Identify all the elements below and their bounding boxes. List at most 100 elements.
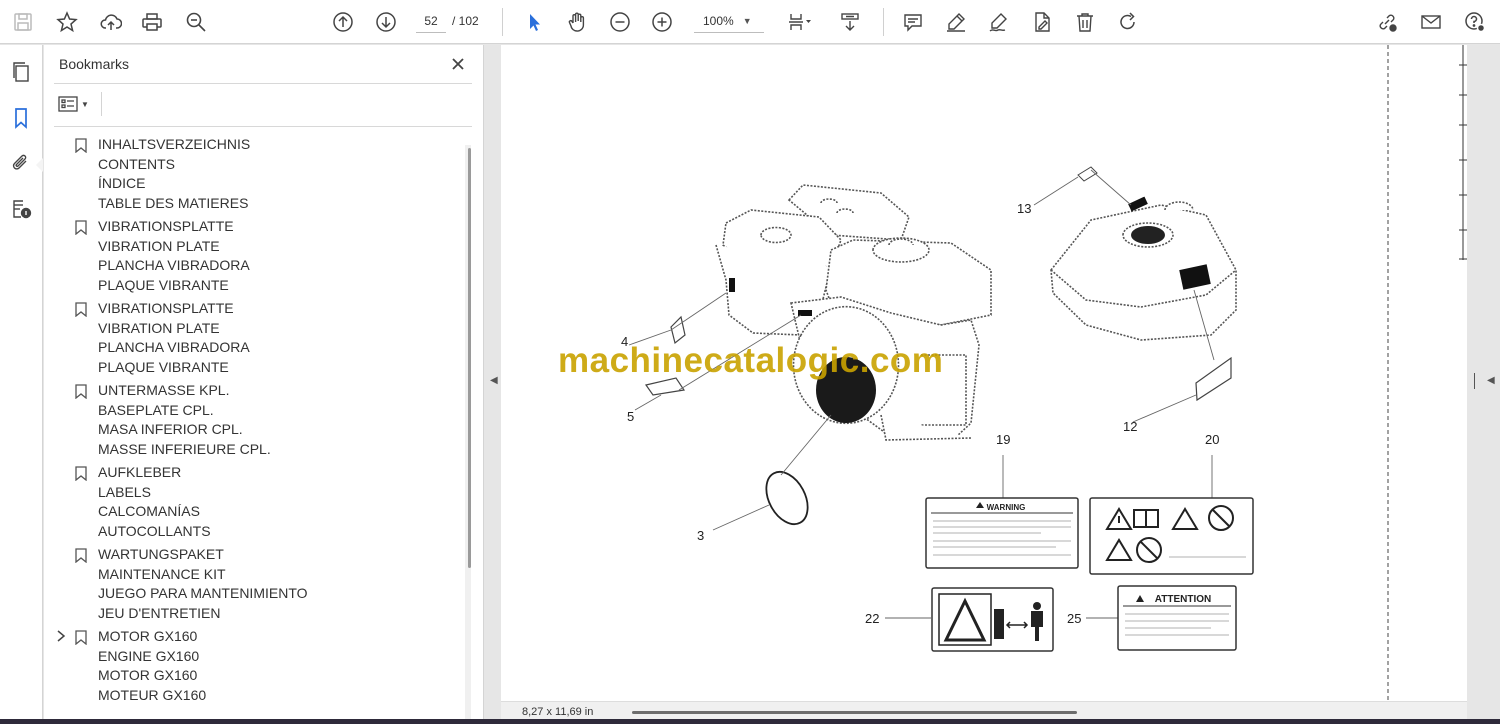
bookmark-options-button[interactable]: ▼ [58, 93, 94, 115]
bookmark-panel-icon[interactable] [6, 103, 36, 133]
bookmark-label: PLANCHA VIBRADORA [98, 257, 250, 273]
zoom-out-button[interactable] [605, 7, 635, 37]
bookmark-label: VIBRATION PLATE [98, 237, 220, 254]
bookmark-icon [75, 220, 87, 235]
bookmark-label: VIBRATION PLATE [98, 319, 220, 336]
bookmark-label: MOTOR GX160 [98, 628, 198, 644]
rotate-icon[interactable] [1113, 7, 1143, 37]
list-options-icon [58, 96, 78, 112]
label-25-attention: ATTENTION [1117, 585, 1237, 651]
callout-number: 3 [697, 528, 705, 543]
toolbar-divider [883, 8, 884, 36]
zoom-level-select[interactable]: 100% ▼ [694, 9, 764, 33]
panel-divider [101, 92, 102, 116]
bookmark-item[interactable]: WARTUNGSPAKET MAINTENANCE KIT JUEGO PARA M… [54, 545, 462, 623]
bookmark-item[interactable]: VIBRATIONSPLATTE VIBRATION PLATE PLANCHA V… [54, 217, 462, 295]
callout-number: 25 [1067, 611, 1082, 626]
callout-number: 5 [627, 409, 635, 424]
account-help-icon[interactable] [1460, 7, 1490, 37]
bookmark-label: INHALTSVERZEICHNIS [98, 136, 251, 152]
toolbar-divider [502, 8, 503, 36]
page-thumbnails-icon[interactable] [6, 57, 36, 87]
zoom-in-button[interactable] [647, 7, 677, 37]
callout-number: 20 [1205, 432, 1220, 447]
bookmark-label: MASA INFERIOR CPL. [98, 421, 243, 437]
bookmark-label: CALCOMANÍAS [98, 503, 200, 519]
label-22-pictogram [931, 587, 1054, 652]
chevron-down-icon: ▼ [81, 99, 89, 109]
navigation-rail [0, 45, 43, 724]
bookmark-label: MASSE INFERIEURE CPL. [98, 440, 271, 457]
next-page-button[interactable] [371, 7, 401, 37]
bookmark-label: MAINTENANCE KIT [98, 565, 226, 582]
edit-pdf-icon[interactable] [1027, 7, 1057, 37]
bookmark-label: AUTOCOLLANTS [98, 522, 211, 539]
bookmark-item[interactable]: AUFKLEBER LABELS CALCOMANÍAS AUTOCOLLANTS [54, 463, 462, 541]
bookmark-icon [75, 302, 87, 317]
bookmark-item[interactable]: MOTOR GX160 ENGINE GX160 MOTOR GX160 MOTEUR… [54, 627, 462, 705]
page-size-label: 8,27 x 11,69 in [522, 706, 594, 718]
email-icon[interactable] [1416, 7, 1446, 37]
bookmark-label: VIBRATIONSPLATTE [98, 218, 234, 234]
bookmark-item[interactable]: VIBRATIONSPLATTE VIBRATION PLATE PLANCHA V… [54, 299, 462, 377]
label-20-pictograms [1089, 497, 1254, 575]
star-icon[interactable] [52, 7, 82, 37]
bookmark-label: MOTOR GX160 [98, 667, 198, 683]
bookmark-item[interactable]: UNTERMASSE KPL. BASEPLATE CPL. MASA INFERI… [54, 381, 462, 459]
scroll-mode-icon[interactable] [835, 7, 865, 37]
select-cursor-icon[interactable] [519, 7, 549, 37]
callout-number: 19 [996, 432, 1011, 447]
sticker-12 [1195, 356, 1232, 402]
panel-title: Bookmarks [59, 56, 130, 72]
panel-divider [54, 126, 472, 127]
attention-label-text: ATTENTION [1155, 594, 1211, 605]
save-icon[interactable] [8, 7, 38, 37]
right-panel-toggle[interactable]: ◀ [1467, 45, 1500, 724]
chevron-right-icon[interactable] [55, 629, 67, 643]
draw-signature-icon[interactable] [984, 7, 1014, 37]
sticker-4 [670, 315, 686, 345]
hand-tool-icon[interactable] [562, 7, 592, 37]
bookmark-icon [75, 384, 87, 399]
label-19-warning: WARNING [925, 497, 1079, 569]
comment-icon[interactable] [898, 7, 928, 37]
panel-splitter[interactable]: ◀ [485, 45, 501, 724]
bookmark-label: PLAQUE VIBRANTE [98, 358, 229, 375]
highlight-pen-icon[interactable] [941, 7, 971, 37]
document-page[interactable]: WARNING ATTENTION 4 5 3 13 12 19 20 22 2… [501, 45, 1467, 701]
fuel-cap [1131, 226, 1165, 244]
bookmark-scrollbar-thumb[interactable] [468, 148, 471, 568]
bookmark-item[interactable]: INHALTSVERZEICHNIS CONTENTS ÍNDICE TABLE DE… [54, 135, 462, 213]
panel-divider [54, 83, 472, 84]
engine-label-mark [729, 278, 735, 292]
expand-right-panel-icon[interactable]: ◀ [1487, 375, 1495, 386]
bookmark-label: CONTENTS [98, 155, 175, 172]
attachment-paperclip-icon[interactable] [6, 148, 36, 178]
chevron-down-icon: ▼ [742, 15, 752, 26]
document-info-icon[interactable] [6, 194, 36, 224]
share-link-icon[interactable] [1372, 7, 1402, 37]
cloud-upload-icon[interactable] [96, 7, 126, 37]
callout-number: 12 [1123, 419, 1138, 434]
bookmark-label: BASEPLATE CPL. [98, 401, 214, 418]
watermark-text: machinecatalogic.com [558, 341, 944, 380]
callout-number: 22 [865, 611, 880, 626]
previous-page-button[interactable] [328, 7, 358, 37]
o-ring-3 [765, 470, 809, 526]
zoom-search-icon[interactable] [181, 7, 211, 37]
warning-label-text: WARNING [987, 503, 1026, 512]
print-icon[interactable] [137, 7, 167, 37]
collapse-panel-icon[interactable]: ◀ [490, 375, 498, 386]
bookmark-label: PLANCHA VIBRADORA [98, 339, 250, 355]
bookmark-list: INHALTSVERZEICHNIS CONTENTS ÍNDICE TABLE DE… [54, 135, 462, 724]
page-display-button[interactable] [782, 7, 818, 37]
delete-trash-icon[interactable] [1070, 7, 1100, 37]
horizontal-scrollbar-thumb[interactable] [632, 711, 1077, 714]
bookmark-label: ENGINE GX160 [98, 647, 200, 664]
page-number-input[interactable] [416, 9, 446, 33]
close-icon[interactable] [447, 53, 469, 75]
bookmark-label: VIBRATIONSPLATTE [98, 300, 234, 316]
active-panel-indicator [36, 158, 43, 172]
bookmark-label: AUFKLEBER [98, 464, 182, 480]
bookmark-label: WARTUNGSPAKET [98, 546, 224, 562]
